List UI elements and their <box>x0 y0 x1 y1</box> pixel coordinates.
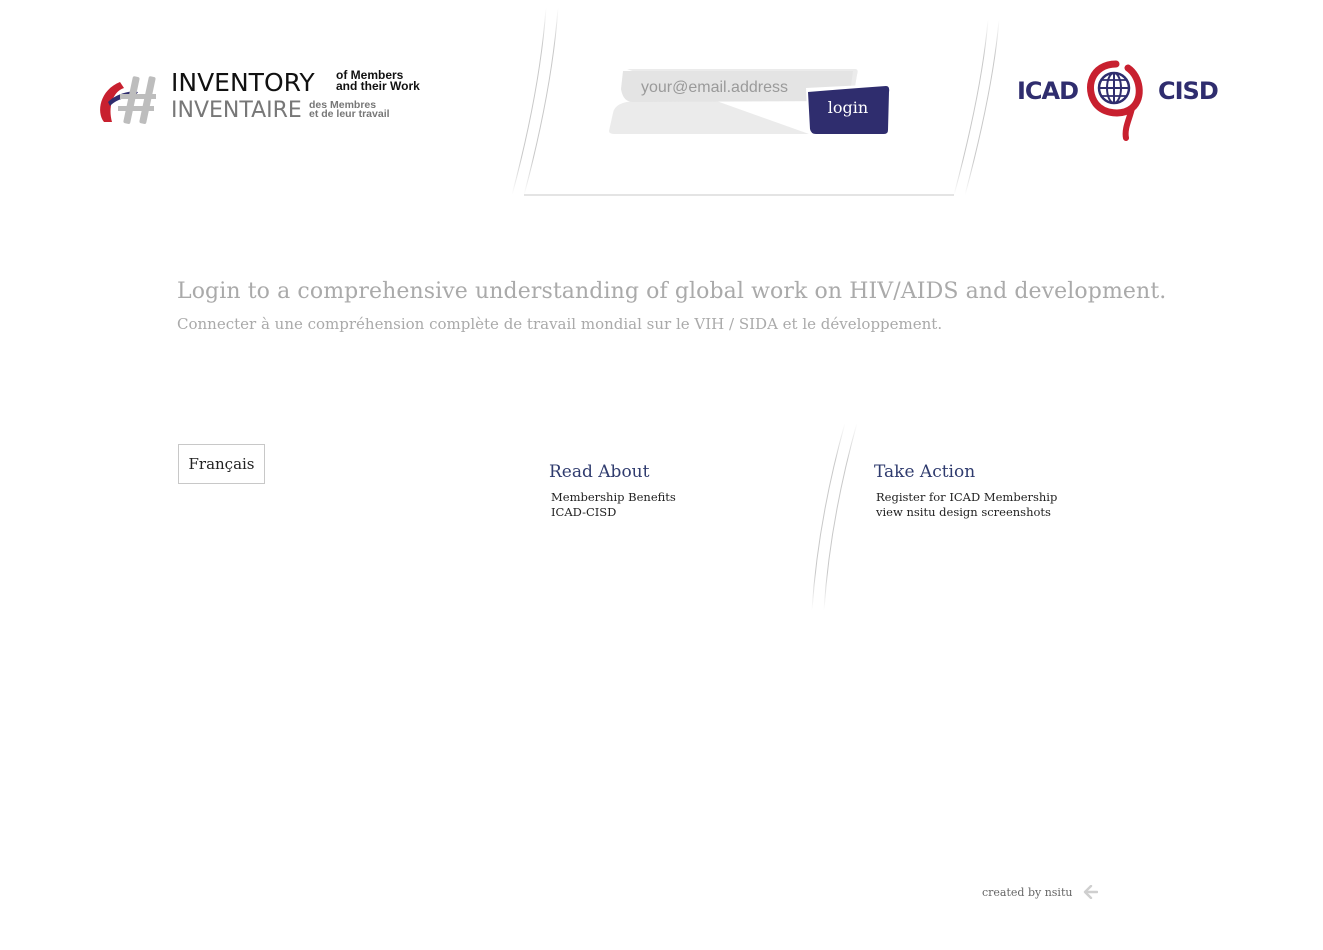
footer-credit-text: created by nsitu <box>982 885 1073 899</box>
headline-english: Login to a comprehensive understanding o… <box>177 279 1167 304</box>
icad-cisd-link[interactable]: ICAD-CISD <box>551 505 676 520</box>
inventory-logo-icon <box>100 76 156 124</box>
nsitu-arrow-icon <box>1084 885 1099 899</box>
cisd-word: CISD <box>1158 77 1219 105</box>
register-membership-link[interactable]: Register for ICAD Membership <box>876 490 1057 505</box>
icad-ribbon-globe-icon <box>1087 60 1143 141</box>
footer-credit[interactable]: created by nsitu <box>982 885 1099 899</box>
headline-french: Connecter à une compréhension complète d… <box>177 315 943 333</box>
language-toggle-button[interactable]: Français <box>178 444 265 484</box>
login-button-label: login <box>827 98 869 117</box>
logo-subtitle-fr: des Membres et de leur travail <box>309 100 390 120</box>
logo-title-en: INVENTORY <box>171 68 315 97</box>
membership-benefits-link[interactable]: Membership Benefits <box>551 490 676 505</box>
read-about-heading: Read About <box>549 462 650 482</box>
logo-subtitle-en-line2: and their Work <box>336 79 420 93</box>
nsitu-screenshots-link[interactable]: view nsitu design screenshots <box>876 505 1057 520</box>
read-about-links: Membership Benefits ICAD-CISD <box>551 490 676 520</box>
login-button[interactable]: login <box>804 84 892 137</box>
logo-subtitle-fr-line2: et de leur travail <box>309 108 390 120</box>
logo-title-fr: INVENTAIRE <box>171 98 302 123</box>
icad-cisd-logo[interactable]: ICAD CISD <box>1014 58 1219 142</box>
logo-subtitle-en: of Members and their Work <box>336 69 420 93</box>
inventory-logo[interactable]: INVENTORY of Members and their Work INVE… <box>94 68 439 130</box>
take-action-heading: Take Action <box>874 462 976 482</box>
icad-word: ICAD <box>1017 77 1079 105</box>
take-action-links: Register for ICAD Membership view nsitu … <box>876 490 1057 520</box>
